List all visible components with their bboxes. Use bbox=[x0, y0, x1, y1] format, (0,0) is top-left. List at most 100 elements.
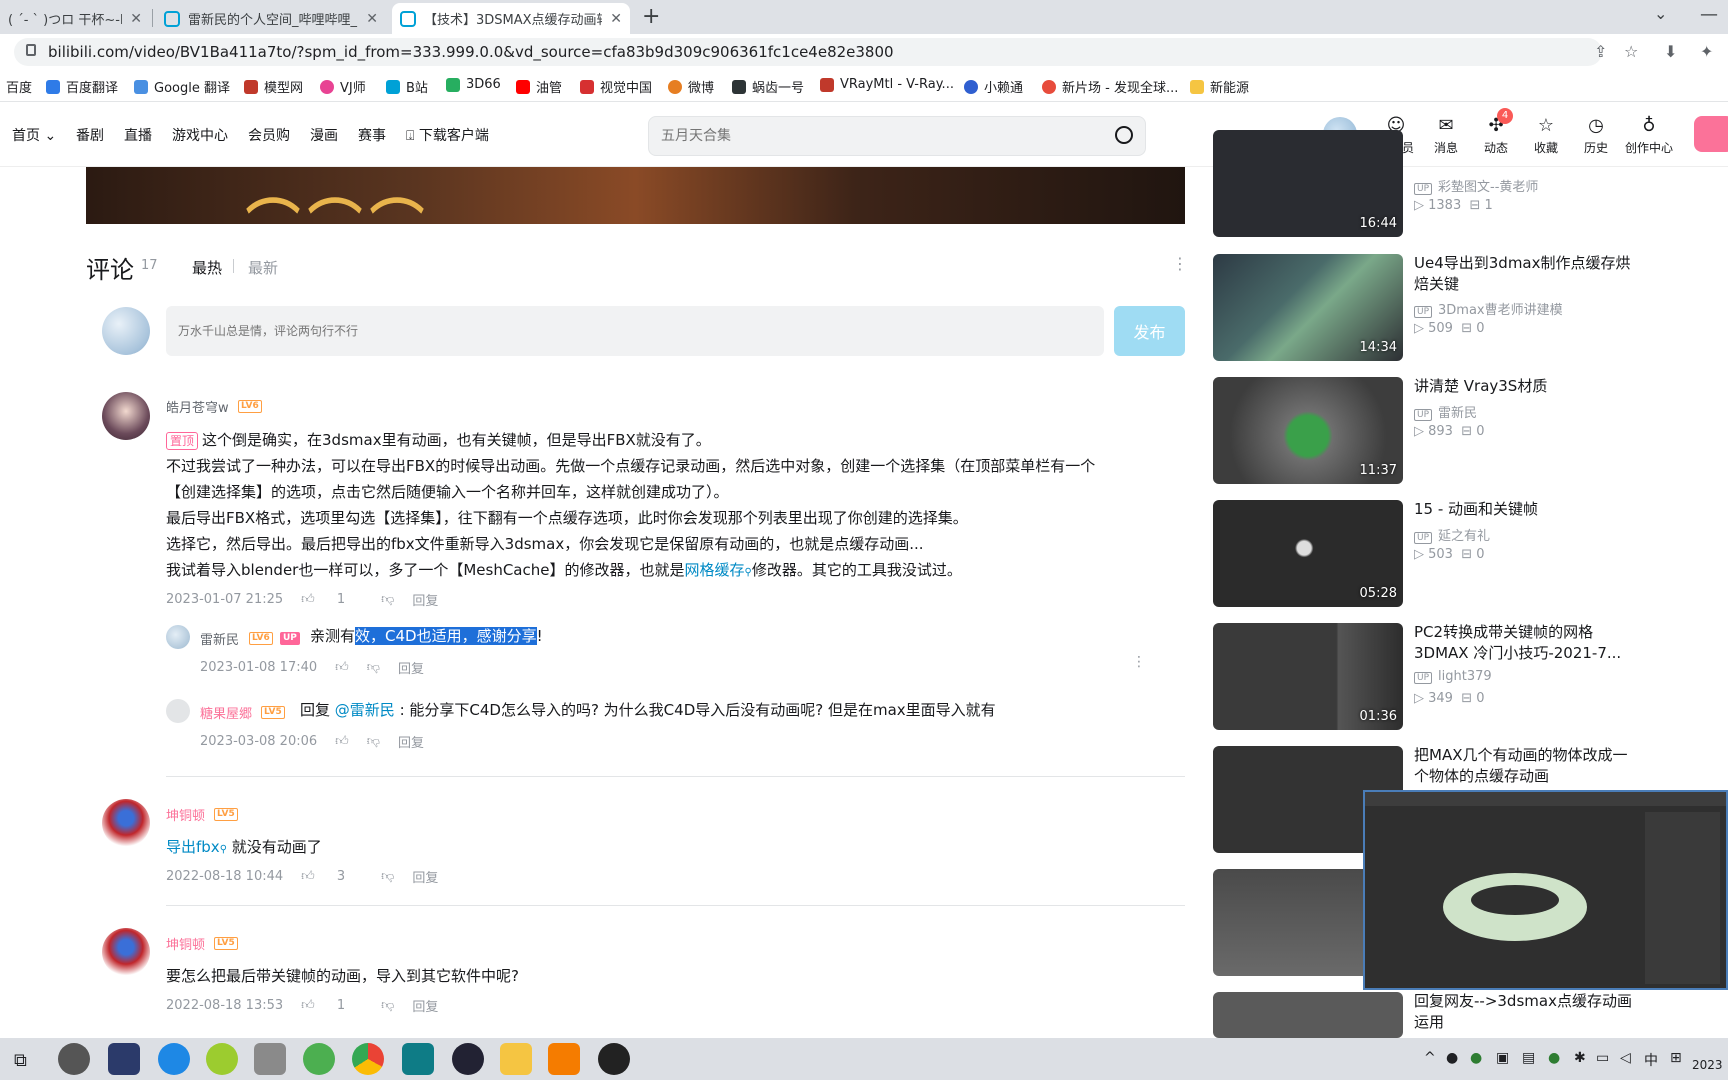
bookmark[interactable]: 百度 bbox=[6, 77, 32, 96]
like-button[interactable]: 👍︎ 1 bbox=[301, 592, 363, 607]
video-uploader[interactable]: UP 3Dmax曹老师讲建模 bbox=[1414, 299, 1563, 318]
chrome-icon[interactable] bbox=[352, 1043, 384, 1075]
calculator-icon[interactable] bbox=[254, 1043, 286, 1075]
nav-manga[interactable]: 漫画 bbox=[310, 125, 338, 145]
download-icon[interactable]: ⬇ bbox=[1664, 42, 1677, 61]
bookmark[interactable]: 模型网 bbox=[244, 77, 303, 96]
address-bar[interactable]: bilibili.com/video/BV1Ba411a7to/?spm_id_… bbox=[14, 38, 1602, 66]
bookmark[interactable]: Google 翻译 bbox=[134, 77, 230, 96]
new-tab-icon[interactable]: + bbox=[642, 4, 660, 29]
tray-icon[interactable]: ● bbox=[1446, 1050, 1458, 1066]
nav-bangumi[interactable]: 番剧 bbox=[76, 125, 104, 145]
video-uploader[interactable]: UP light379 bbox=[1414, 669, 1492, 684]
app-icon[interactable] bbox=[158, 1043, 190, 1075]
browser-tab[interactable]: 雷新民的个人空间_哔哩哔哩_bili ✕ bbox=[156, 3, 386, 34]
dislike-icon[interactable]: 👎︎ bbox=[367, 660, 380, 675]
video-title[interactable]: 15 - 动画和关键帧 bbox=[1414, 499, 1634, 520]
user-avatar[interactable] bbox=[102, 392, 150, 440]
header-favorite[interactable]: ☆ 收藏 bbox=[1524, 115, 1568, 156]
window-control-icon[interactable]: — bbox=[1700, 4, 1718, 25]
network-icon[interactable]: ▭ bbox=[1596, 1050, 1609, 1066]
ime-indicator[interactable]: 中 bbox=[1644, 1050, 1658, 1070]
upload-button[interactable] bbox=[1694, 116, 1728, 152]
app-icon[interactable] bbox=[548, 1043, 580, 1075]
bookmark[interactable]: VRayMtl - V-Ray... bbox=[820, 77, 954, 92]
bookmark[interactable]: 微博 bbox=[668, 77, 714, 96]
cinema4d-icon[interactable] bbox=[452, 1043, 484, 1075]
dislike-icon[interactable]: 👎︎ bbox=[381, 998, 394, 1013]
video-thumbnail[interactable]: 11:37 bbox=[1213, 377, 1403, 484]
app-icon[interactable] bbox=[108, 1043, 140, 1075]
floating-video-player[interactable] bbox=[1363, 790, 1728, 990]
app-icon[interactable] bbox=[303, 1043, 335, 1075]
bookmark[interactable]: 视觉中国 bbox=[580, 77, 652, 96]
video-thumbnail[interactable]: 05:28 bbox=[1213, 500, 1403, 607]
app-icon[interactable] bbox=[206, 1043, 238, 1075]
user-avatar[interactable] bbox=[166, 625, 190, 649]
dislike-icon[interactable]: 👎︎ bbox=[367, 734, 380, 749]
mention-link[interactable]: @雷新民 bbox=[335, 701, 395, 719]
reply-button[interactable]: 回复 bbox=[398, 732, 424, 751]
comment-input[interactable] bbox=[178, 320, 1078, 342]
search-icon[interactable] bbox=[1115, 126, 1133, 144]
chevron-down-icon[interactable]: ⌄ bbox=[1654, 4, 1667, 23]
tray-icon[interactable]: ▣ bbox=[1496, 1050, 1509, 1066]
3dsmax-icon[interactable] bbox=[402, 1043, 434, 1075]
tray-icon[interactable]: ▤ bbox=[1522, 1050, 1535, 1066]
video-uploader[interactable]: UP 延之有礼 bbox=[1414, 525, 1490, 544]
dislike-icon[interactable]: 👎︎ bbox=[381, 592, 394, 607]
video-thumbnail[interactable]: 16:44 bbox=[1213, 130, 1403, 237]
reply-button[interactable]: 回复 bbox=[412, 996, 438, 1015]
like-button[interactable]: 👍︎ 1 bbox=[301, 998, 363, 1013]
comment-username[interactable]: 雷新民 bbox=[200, 629, 239, 648]
user-avatar[interactable] bbox=[102, 799, 150, 847]
reply-button[interactable]: 回复 bbox=[398, 658, 424, 677]
video-uploader[interactable]: UP 彩墊图文--黄老师 bbox=[1414, 176, 1538, 195]
ime-mode-icon[interactable]: ⊞ bbox=[1670, 1050, 1682, 1066]
chevron-up-icon[interactable]: ^ bbox=[1424, 1050, 1436, 1066]
nav-shop[interactable]: 会员购 bbox=[248, 125, 290, 145]
folder-icon[interactable] bbox=[500, 1043, 532, 1075]
bookmark[interactable]: 新片场 - 发现全球... bbox=[1042, 77, 1178, 96]
header-history[interactable]: ◷ 历史 bbox=[1574, 115, 1618, 156]
reply-button[interactable]: 回复 bbox=[412, 590, 438, 609]
bluetooth-icon[interactable]: ✱ bbox=[1574, 1050, 1586, 1066]
video-title[interactable]: Ue4导出到3dmax制作点缓存烘焙关键 bbox=[1414, 253, 1634, 295]
sort-new-tab[interactable]: 最新 bbox=[248, 257, 278, 278]
nav-game-center[interactable]: 游戏中心 bbox=[172, 125, 228, 145]
close-icon[interactable]: ✕ bbox=[610, 11, 622, 27]
nav-home[interactable]: 首页 ⌄ bbox=[12, 125, 56, 145]
bookmark[interactable]: 小赖通 bbox=[964, 77, 1023, 96]
star-icon[interactable]: ☆ bbox=[1624, 42, 1638, 61]
video-thumbnail[interactable]: 14:34 bbox=[1213, 254, 1403, 361]
video-title[interactable]: 把MAX几个有动画的物体改成一个物体的点缓存动画 bbox=[1414, 745, 1634, 787]
user-avatar[interactable] bbox=[166, 699, 190, 723]
video-title[interactable]: PC2转换成带关键帧的网格 3DMAX 冷门小技巧-2021-7... bbox=[1414, 622, 1634, 664]
like-button[interactable]: 👍︎ 3 bbox=[301, 869, 363, 884]
search-link[interactable]: 导出fbx⚲ bbox=[166, 838, 227, 856]
bookmark[interactable]: 3D66 bbox=[446, 77, 501, 92]
user-avatar[interactable] bbox=[102, 928, 150, 976]
extension-icon[interactable]: ✦ bbox=[1700, 42, 1713, 61]
reply-button[interactable]: 回复 bbox=[412, 867, 438, 886]
comment-username[interactable]: 糖果屋郷 bbox=[200, 703, 252, 722]
more-icon[interactable]: ⋮ bbox=[1172, 254, 1188, 273]
header-dynamic[interactable]: ✣ 动态 bbox=[1474, 115, 1518, 156]
nav-download-client[interactable]: ⍗ 下载客户端 bbox=[406, 125, 489, 145]
sort-hot-tab[interactable]: 最热 bbox=[192, 257, 222, 278]
video-title[interactable]: 回复网友-->3dsmax点缓存动画运用 bbox=[1414, 991, 1634, 1033]
bookmark[interactable]: 新能源 bbox=[1190, 77, 1249, 96]
nav-match[interactable]: 赛事 bbox=[358, 125, 386, 145]
app-icon[interactable] bbox=[598, 1043, 630, 1075]
header-message[interactable]: ✉ 消息 bbox=[1424, 115, 1468, 156]
dislike-icon[interactable]: 👎︎ bbox=[381, 869, 394, 884]
bookmark[interactable]: B站 bbox=[386, 77, 428, 96]
bookmark[interactable]: 蜗齿一号 bbox=[732, 77, 804, 96]
search-link[interactable]: 网格缓存⚲ bbox=[684, 561, 751, 579]
taskbar-clock[interactable]: 2023 bbox=[1692, 1058, 1723, 1072]
thumb-up-icon[interactable]: 👍︎ bbox=[335, 660, 349, 675]
wechat-icon[interactable]: ● bbox=[1548, 1050, 1560, 1066]
close-icon[interactable]: ✕ bbox=[130, 11, 142, 27]
thumb-up-icon[interactable]: 👍︎ bbox=[335, 734, 349, 749]
video-thumbnail[interactable] bbox=[1213, 992, 1403, 1038]
